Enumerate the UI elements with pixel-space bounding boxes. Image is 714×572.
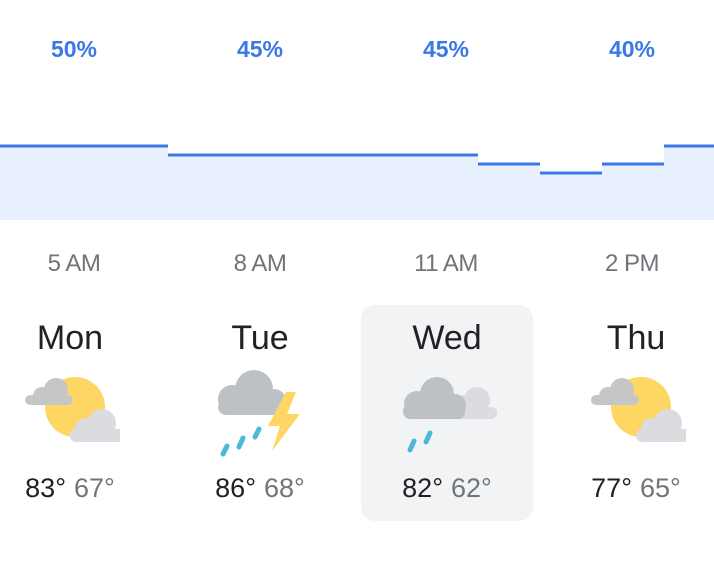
high-temperature: 83° xyxy=(25,473,66,503)
showers-icon xyxy=(397,369,497,459)
day-name: Wed xyxy=(412,319,482,357)
hour-labels: 5 AM 8 AM 11 AM 2 PM xyxy=(0,250,714,280)
partly-cloudy-icon xyxy=(586,369,686,459)
hour-label: 8 AM xyxy=(233,250,287,277)
hour-label: 5 AM xyxy=(47,250,101,277)
high-temperature: 86° xyxy=(215,473,256,503)
thunderstorm-icon xyxy=(210,369,310,459)
precipitation-area xyxy=(0,146,714,220)
precipitation-label: 40% xyxy=(608,36,656,62)
temperature-range: 77° 65° xyxy=(550,473,714,504)
day-name: Tue xyxy=(231,319,289,357)
hour-label: 11 AM xyxy=(414,250,478,277)
low-temperature: 68° xyxy=(264,473,305,503)
precipitation-chart xyxy=(0,144,714,220)
day-card-thu[interactable]: Thu 77° 65° xyxy=(550,305,714,521)
day-card-mon[interactable]: Mon 83° 67° xyxy=(0,305,156,521)
day-name: Thu xyxy=(606,319,666,357)
low-temperature: 65° xyxy=(640,473,681,503)
low-temperature: 67° xyxy=(74,473,115,503)
partly-cloudy-icon xyxy=(20,369,120,459)
precipitation-label: 45% xyxy=(236,36,284,62)
temperature-range: 82° 62° xyxy=(361,473,533,504)
precipitation-labels: 50% 45% 45% 40% xyxy=(0,36,714,66)
precipitation-label: 45% xyxy=(422,36,470,62)
day-card-tue[interactable]: Tue 86° 68° xyxy=(174,305,346,521)
hour-label: 2 PM xyxy=(604,250,660,277)
temperature-range: 86° 68° xyxy=(174,473,346,504)
low-temperature: 62° xyxy=(451,473,492,503)
day-name: Mon xyxy=(36,319,104,357)
temperature-range: 83° 67° xyxy=(0,473,156,504)
high-temperature: 77° xyxy=(591,473,632,503)
precipitation-label: 50% xyxy=(50,36,98,62)
high-temperature: 82° xyxy=(402,473,443,503)
day-card-wed[interactable]: Wed 82° 62° xyxy=(361,305,533,521)
